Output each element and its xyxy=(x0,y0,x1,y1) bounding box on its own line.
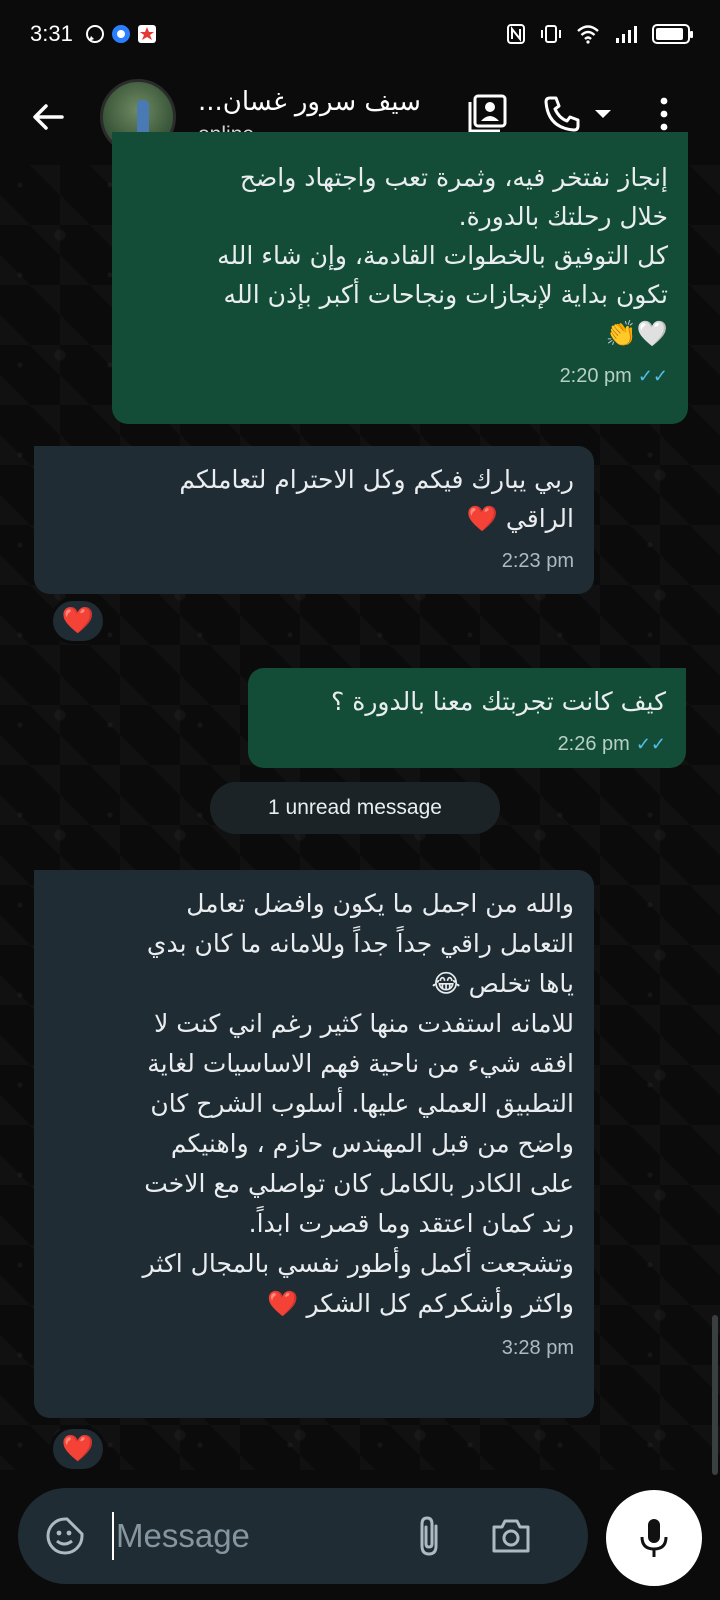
message-text: إنجاز نفتخر فيه، وثمرة تعب واجتهاد واضح … xyxy=(217,163,668,348)
star-app-notification-icon xyxy=(137,25,156,43)
contact-name: سيف سرور غسان... xyxy=(198,86,421,117)
message-time: 2:20 pm xyxy=(559,365,632,387)
more-vert-icon[interactable] xyxy=(642,92,686,136)
message-text: كيف كانت تجربتك معنا بالدورة ؟ xyxy=(331,687,666,716)
dropdown-icon[interactable] xyxy=(590,92,616,136)
phone-icon[interactable] xyxy=(540,92,584,136)
voice-message-button[interactable] xyxy=(606,1490,702,1586)
message-bubble-incoming[interactable]: ربي يبارك فيكم وكل الاحترام لتعاملكم الر… xyxy=(34,446,594,594)
battery-level-fill xyxy=(656,28,683,40)
message-bubble-outgoing[interactable]: إنجاز نفتخر فيه، وثمرة تعب واجتهاد واضح … xyxy=(112,132,688,424)
read-ticks-icon: ✓✓ xyxy=(637,366,668,386)
status-bar: 3:31 xyxy=(0,0,720,68)
read-ticks-icon: ✓✓ xyxy=(635,734,666,754)
vibrate-icon xyxy=(541,25,561,43)
unread-messages-banner: 1 unread message xyxy=(210,782,500,834)
status-time: 3:31 xyxy=(30,21,73,46)
signal-icon xyxy=(616,26,637,43)
message-bubble-incoming[interactable]: والله من اجمل ما يكون وافضل تعامل التعام… xyxy=(34,870,594,1418)
notification-icons xyxy=(85,24,157,44)
message-bubble-outgoing[interactable]: كيف كانت تجربتك معنا بالدورة ؟ 2:26 pm ✓✓ xyxy=(248,668,686,768)
message-time: 2:23 pm xyxy=(501,550,574,572)
message-text: والله من اجمل ما يكون وافضل تعامل التعام… xyxy=(142,889,574,1318)
heart-reaction[interactable]: ❤️ xyxy=(50,598,106,644)
message-meta: 2:23 pm xyxy=(54,542,574,580)
app-notification-icon xyxy=(111,25,130,43)
message-meta: 2:20 pm ✓✓ xyxy=(132,357,668,395)
scrollbar[interactable] xyxy=(712,1315,718,1475)
sticker-emoji-icon[interactable] xyxy=(42,1513,88,1559)
wifi-icon xyxy=(577,25,599,44)
text-cursor xyxy=(112,1512,114,1560)
message-text: ربي يبارك فيكم وكل الاحترام لتعاملكم الر… xyxy=(179,465,574,533)
message-input[interactable] xyxy=(116,1517,386,1555)
message-time: 2:26 pm xyxy=(557,733,630,755)
message-composer xyxy=(18,1488,588,1584)
microphone-icon xyxy=(640,1519,668,1557)
camera-icon[interactable] xyxy=(488,1513,534,1559)
nfc-icon xyxy=(507,24,525,44)
whatsapp-notification-icon xyxy=(85,25,104,43)
message-meta: 2:26 pm ✓✓ xyxy=(268,725,666,763)
back-arrow-icon[interactable] xyxy=(28,97,68,137)
message-meta: 3:28 pm xyxy=(54,1328,574,1366)
attach-icon[interactable] xyxy=(406,1513,452,1559)
battery-icon xyxy=(652,24,693,44)
heart-reaction[interactable]: ❤️ xyxy=(50,1426,106,1472)
system-status-icons xyxy=(506,23,693,45)
message-time: 3:28 pm xyxy=(501,1337,574,1359)
contact-card-icon[interactable] xyxy=(466,92,510,136)
